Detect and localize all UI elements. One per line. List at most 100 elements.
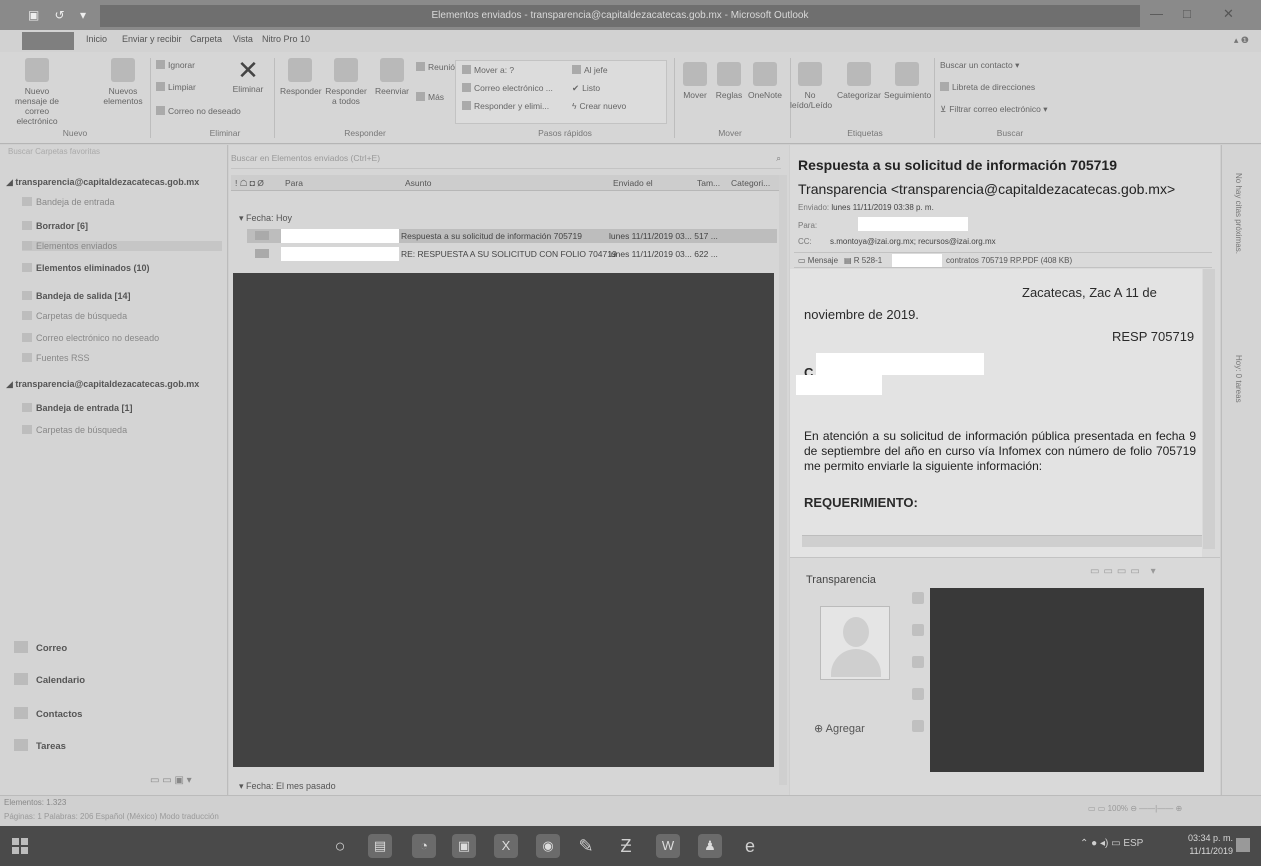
- folder-item[interactable]: Bandeja de entrada: [22, 197, 115, 207]
- quick-correo[interactable]: Correo electrónico ...: [462, 83, 553, 94]
- forward-button[interactable]: Reenviar: [372, 58, 412, 96]
- account-header-2[interactable]: ◢ transparencia@capitaldezacatecas.gob.m…: [6, 379, 199, 390]
- find-contact-input[interactable]: Buscar un contacto ▾: [940, 60, 1019, 71]
- chrome-icon[interactable]: ◔: [412, 834, 436, 858]
- folder-item[interactable]: Carpetas de búsqueda: [22, 311, 127, 321]
- account-header-1[interactable]: ◢ transparencia@capitaldezacatecas.gob.m…: [6, 177, 199, 188]
- folder-item[interactable]: Fuentes RSS: [22, 353, 90, 363]
- junk-button[interactable]: Correo no deseado: [156, 106, 241, 117]
- quick-crear-nuevo[interactable]: ϟ Crear nuevo: [572, 101, 626, 112]
- col-icons[interactable]: ! ☖ ◘ Ø: [235, 178, 264, 189]
- word-icon[interactable]: W: [656, 834, 680, 858]
- nav-mail[interactable]: Correo: [14, 641, 67, 654]
- nav-overflow-icons[interactable]: ▭ ▭ ▣ ▾: [150, 775, 192, 786]
- quick-access-toolbar[interactable]: ▣ ↺ ▾: [28, 8, 92, 22]
- limpiar-button[interactable]: Limpiar: [156, 82, 196, 93]
- categorize-button[interactable]: Categorizar: [832, 62, 886, 100]
- tab-carpeta[interactable]: Carpeta: [190, 34, 222, 44]
- update-icon[interactable]: [912, 720, 924, 732]
- col-enviado[interactable]: Enviado el: [613, 178, 653, 188]
- ignorar-button[interactable]: Ignorar: [156, 60, 195, 71]
- minimize-button[interactable]: —: [1150, 6, 1163, 21]
- nav-contacts[interactable]: Contactos: [14, 707, 82, 720]
- folder-search[interactable]: Buscar Carpetas favoritas: [8, 147, 218, 156]
- add-contact-button[interactable]: ⊕ Agregar: [814, 722, 865, 735]
- task-view-icon[interactable]: ▤: [368, 834, 392, 858]
- move-button[interactable]: Mover: [678, 62, 712, 100]
- attachment-file[interactable]: contratos 705719 RP.PDF (408 KB): [946, 256, 1072, 265]
- people-toolbar[interactable]: ▭▭▭▭ ▾: [1090, 566, 1160, 577]
- todo-tasks[interactable]: Hoy: 0 tareas: [1234, 355, 1243, 403]
- cortana-icon[interactable]: ○: [328, 834, 352, 858]
- language-indicator[interactable]: ESP: [1123, 838, 1143, 849]
- col-asunto[interactable]: Asunto: [405, 178, 431, 188]
- more-button[interactable]: Más: [416, 92, 444, 103]
- meeting-icon[interactable]: [912, 688, 924, 700]
- excel-icon[interactable]: X: [494, 834, 518, 858]
- quick-al-jefe[interactable]: Al jefe: [572, 65, 608, 76]
- tab-archivo[interactable]: [22, 32, 74, 50]
- table-row[interactable]: RE: RESPUESTA A SU SOLICITUD CON FOLIO 7…: [247, 247, 777, 261]
- browser-icon[interactable]: ◉: [536, 834, 560, 858]
- clock[interactable]: 03:34 p. m. 11/11/2019: [1188, 832, 1233, 858]
- onenote-button[interactable]: OneNote: [746, 62, 784, 100]
- message-sender[interactable]: Transparencia <transparencia@capitaldeza…: [798, 181, 1175, 197]
- maximize-button[interactable]: □: [1183, 6, 1191, 21]
- table-row[interactable]: Respuesta a su solicitud de información …: [247, 229, 777, 243]
- tab-nitro[interactable]: Nitro Pro 10: [262, 34, 310, 44]
- search-icon[interactable]: ⌕: [776, 153, 781, 164]
- address-book-button[interactable]: Libreta de direcciones: [940, 82, 1035, 93]
- activity-icon[interactable]: [912, 592, 924, 604]
- attachment-icon[interactable]: [912, 656, 924, 668]
- mail-icon[interactable]: [912, 624, 924, 636]
- reading-hscrollbar[interactable]: [802, 535, 1202, 547]
- unread-read-button[interactable]: No leído/Leído: [790, 62, 832, 110]
- ribbon-collapse-icon[interactable]: ▴ ❶: [1234, 35, 1249, 46]
- message-tab[interactable]: ▭ Mensaje: [798, 256, 838, 265]
- quick-listo[interactable]: ✔ Listo: [572, 83, 600, 94]
- system-tray[interactable]: ⌃ ● ◂) ▭ ESP: [1080, 838, 1143, 849]
- folder-item[interactable]: Bandeja de entrada [1]: [22, 403, 133, 413]
- nav-tasks[interactable]: Tareas: [14, 739, 66, 752]
- col-tam[interactable]: Tam...: [697, 178, 720, 188]
- folder-item-selected[interactable]: Elementos enviados: [22, 241, 222, 251]
- pen-icon[interactable]: ✎: [574, 834, 598, 858]
- nav-calendar[interactable]: Calendario: [14, 673, 85, 686]
- list-scrollbar[interactable]: [779, 175, 787, 785]
- folder-item[interactable]: Correo electrónico no deseado: [22, 333, 159, 343]
- tab-vista[interactable]: Vista: [233, 34, 253, 44]
- start-button[interactable]: [12, 838, 28, 854]
- new-items-button[interactable]: Nuevos elementos: [100, 58, 146, 106]
- quick-responder-eliminar[interactable]: Responder y elimi...: [462, 101, 549, 112]
- outlook-icon[interactable]: ▣: [452, 834, 476, 858]
- close-button[interactable]: ✕: [1223, 6, 1234, 22]
- tab-enviar-recibir[interactable]: Enviar y recibir: [122, 34, 182, 44]
- folder-item[interactable]: Carpetas de búsqueda: [22, 425, 127, 435]
- zoom-level[interactable]: ▭ ▭ 100% ⊖ ——|—— ⊕: [1088, 804, 1182, 813]
- group-header-today[interactable]: ▾ Fecha: Hoy: [239, 213, 292, 224]
- filter-mail-button[interactable]: ⊻ Filtrar correo electrónico ▾: [940, 104, 1048, 115]
- reply-button[interactable]: Responder: [280, 58, 322, 96]
- edge-icon[interactable]: e: [738, 834, 762, 858]
- col-categoria[interactable]: Categori...: [731, 178, 770, 188]
- tab-inicio[interactable]: Inicio: [86, 34, 107, 44]
- reading-scrollbar[interactable]: [1203, 269, 1215, 549]
- followup-button[interactable]: Seguimiento: [884, 62, 931, 100]
- todo-appointments[interactable]: No hay citas próximas.: [1234, 173, 1243, 254]
- message-search-input[interactable]: Buscar en Elementos enviados (Ctrl+E) ⌕: [231, 153, 781, 169]
- group-header-last-month[interactable]: ▾ Fecha: El mes pasado: [239, 781, 336, 792]
- people-app-icon[interactable]: ♟: [698, 834, 722, 858]
- folder-item[interactable]: Elementos eliminados (10): [22, 263, 150, 273]
- rules-button[interactable]: Reglas: [712, 62, 746, 100]
- meeting-button[interactable]: Reunión: [416, 62, 460, 73]
- filezilla-icon[interactable]: Ƶ: [614, 834, 638, 858]
- delete-button[interactable]: ✕ Eliminar: [226, 56, 270, 94]
- folder-item[interactable]: Borrador [6]: [22, 221, 88, 231]
- notification-icon[interactable]: [1236, 838, 1250, 852]
- attachment-prefix[interactable]: ▤ R 528-1: [844, 256, 882, 265]
- col-para[interactable]: Para: [285, 178, 303, 188]
- quick-mover-a[interactable]: Mover a: ?: [462, 65, 514, 76]
- folder-item[interactable]: Bandeja de salida [14]: [22, 291, 131, 301]
- new-mail-button[interactable]: Nuevo mensaje de correo electrónico: [8, 58, 66, 126]
- reply-all-button[interactable]: Responder a todos: [322, 58, 370, 106]
